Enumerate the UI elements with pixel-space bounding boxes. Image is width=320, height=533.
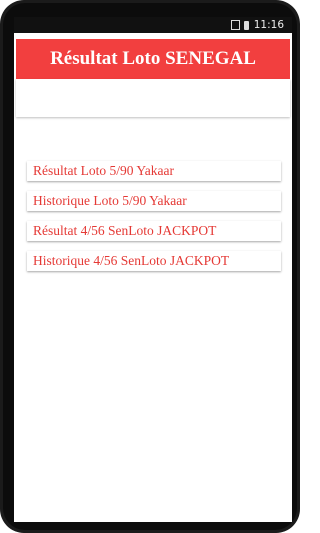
phone-frame: 11:16 Résultat Loto SENEGAL Résultat Lot… [0,0,300,533]
banner-area [16,79,290,117]
status-bar: 11:16 [14,17,292,33]
sim-icon [230,20,240,30]
menu-item-label: Résultat Loto 5/90 Yakaar [33,163,174,178]
menu-item-label: Historique 4/56 SenLoto JACKPOT [33,253,230,268]
menu-item-historique-loto-590[interactable]: Historique Loto 5/90 Yakaar [27,191,281,211]
menu-item-historique-senloto-456[interactable]: Historique 4/56 SenLoto JACKPOT [27,251,281,271]
menu-list: Résultat Loto 5/90 Yakaar Historique Lot… [27,161,281,281]
menu-item-resultat-loto-590[interactable]: Résultat Loto 5/90 Yakaar [27,161,281,181]
status-time: 11:16 [253,19,284,31]
phone-bezel: 11:16 Résultat Loto SENEGAL Résultat Lot… [3,3,297,530]
menu-item-resultat-senloto-456[interactable]: Résultat 4/56 SenLoto JACKPOT [27,221,281,241]
menu-item-label: Historique Loto 5/90 Yakaar [33,193,187,208]
menu-item-label: Résultat 4/56 SenLoto JACKPOT [33,223,217,238]
app-title: Résultat Loto SENEGAL [50,48,256,69]
battery-icon [243,20,249,30]
app-bar: Résultat Loto SENEGAL [16,39,290,79]
screen: 11:16 Résultat Loto SENEGAL Résultat Lot… [14,17,292,522]
